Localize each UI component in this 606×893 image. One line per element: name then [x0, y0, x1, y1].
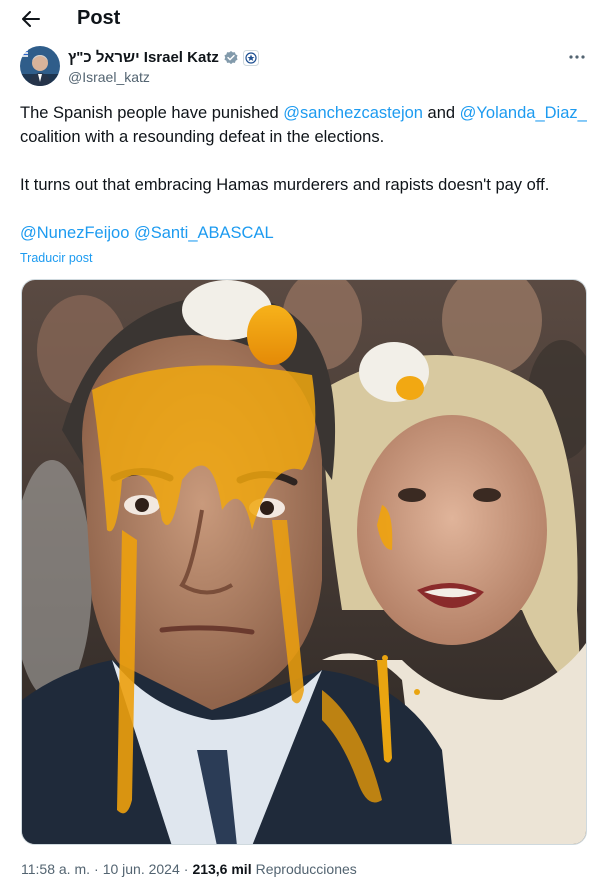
post-image[interactable]	[21, 279, 587, 845]
post-paragraph-1: The Spanish people have punished @sanche…	[20, 104, 587, 146]
author-display-name[interactable]: ישראל כ"ץ Israel Katz	[68, 49, 219, 66]
author-handle[interactable]: @Israel_katz	[68, 69, 259, 85]
author-row: ישראל כ"ץ Israel Katz @Israel_katz	[20, 44, 590, 90]
translate-post-link[interactable]: Traducir post	[20, 251, 92, 265]
mention-link[interactable]: @sanchezcastejon	[283, 104, 423, 122]
mention-link[interactable]: @Yolanda_Diaz_	[460, 104, 587, 122]
avatar[interactable]	[20, 46, 60, 86]
back-button[interactable]	[14, 4, 48, 34]
post-text: The Spanish people have punished @sanche…	[20, 101, 590, 245]
more-horizontal-icon	[569, 55, 585, 59]
top-bar: Post	[0, 0, 606, 38]
arrow-left-icon	[22, 11, 40, 27]
mention-link[interactable]: @Santi_ABASCAL	[134, 224, 274, 242]
views-count: 213,6 mil	[192, 861, 252, 877]
post-paragraph-3: @NunezFeijoo @Santi_ABASCAL	[20, 221, 590, 245]
separator: ·	[183, 861, 189, 877]
post-time[interactable]: 11:58 a. m.	[21, 861, 90, 877]
government-seal-icon[interactable]	[242, 49, 259, 66]
more-options-button[interactable]	[564, 46, 590, 68]
post-paragraph-2: It turns out that embracing Hamas murder…	[20, 176, 550, 194]
post-date[interactable]: 10 jun. 2024	[103, 861, 180, 877]
separator: ·	[94, 861, 99, 877]
mention-link[interactable]: @NunezFeijoo	[20, 224, 129, 242]
gray-verified-badge-icon	[224, 50, 238, 64]
page-title: Post	[77, 7, 121, 29]
post-photo-illustration	[22, 280, 586, 844]
views-label: Reproducciones	[255, 861, 357, 877]
post-metadata: 11:58 a. m. · 10 jun. 2024 · 213,6 mil R…	[21, 861, 357, 877]
